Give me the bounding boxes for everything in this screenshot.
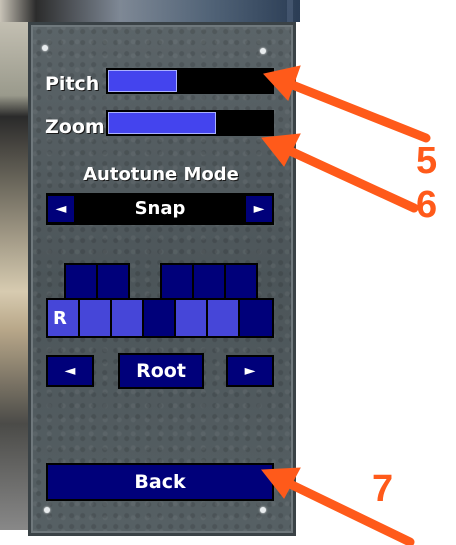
black-key[interactable]: [64, 263, 98, 301]
root-key[interactable]: R: [46, 298, 80, 338]
white-key[interactable]: [206, 298, 240, 338]
white-key[interactable]: [174, 298, 208, 338]
white-key[interactable]: [142, 298, 176, 338]
white-key[interactable]: [238, 298, 274, 338]
root-button-label: Root: [136, 360, 186, 382]
black-key[interactable]: [192, 263, 226, 301]
root-next-button[interactable]: ►: [226, 355, 274, 387]
rivet-icon: [44, 507, 50, 513]
pitch-slider-fill: [108, 70, 177, 92]
black-key[interactable]: [96, 263, 130, 301]
back-button-label: Back: [134, 471, 186, 493]
rivet-icon: [42, 45, 48, 51]
callout-number-5: 5: [416, 140, 438, 182]
back-button[interactable]: Back: [46, 463, 274, 501]
zoom-slider[interactable]: [106, 110, 274, 136]
white-key[interactable]: [110, 298, 144, 338]
autotune-mode-value: Snap: [134, 198, 186, 219]
background-scene-top: [0, 0, 300, 22]
rivet-icon: [260, 507, 266, 513]
rivet-icon: [260, 48, 266, 54]
root-prev-button[interactable]: ◄: [46, 355, 94, 387]
white-key[interactable]: [78, 298, 112, 338]
left-arrow-icon: ◄: [64, 363, 76, 379]
black-key[interactable]: [224, 263, 258, 301]
root-key-label: R: [53, 308, 67, 329]
autotune-mode-title: Autotune Mode: [83, 164, 239, 185]
callout-number-6: 6: [416, 184, 438, 226]
left-arrow-icon: ◄: [55, 201, 67, 217]
pitch-slider[interactable]: [106, 68, 274, 94]
black-key[interactable]: [160, 263, 194, 301]
pitch-label: Pitch: [45, 73, 100, 95]
right-arrow-icon: ►: [253, 201, 265, 217]
autotune-mode-selector: Snap ◄ ►: [46, 193, 274, 225]
mode-next-button[interactable]: ►: [244, 194, 274, 224]
callout-number-7: 7: [372, 468, 394, 510]
zoom-label: Zoom: [45, 116, 105, 138]
right-arrow-icon: ►: [244, 363, 256, 379]
zoom-slider-fill: [108, 112, 217, 134]
root-button[interactable]: Root: [118, 353, 204, 389]
mode-prev-button[interactable]: ◄: [46, 194, 76, 224]
